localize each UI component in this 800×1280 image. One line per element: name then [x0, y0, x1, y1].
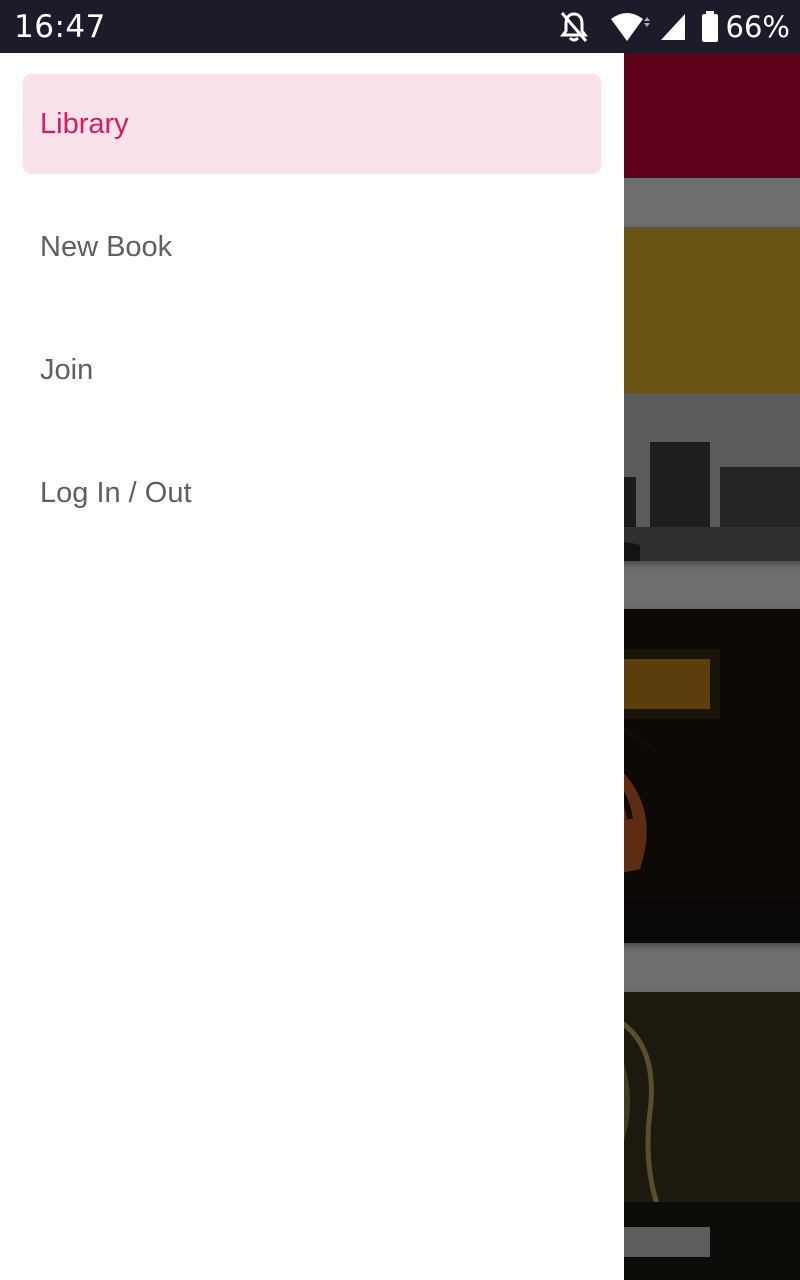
- signal-icon: [659, 12, 687, 42]
- status-time: 16:47: [14, 9, 106, 45]
- nav-item-join[interactable]: Join: [23, 320, 601, 420]
- status-bar: 16:47 66%: [0, 0, 800, 53]
- nav-item-label: Join: [40, 353, 94, 386]
- nav-item-log-in-out[interactable]: Log In / Out: [23, 443, 601, 543]
- notifications-off-icon: [559, 11, 589, 43]
- status-icons: 66%: [559, 9, 790, 45]
- navigation-drawer: Library New Book Join Log In / Out: [0, 53, 624, 1280]
- nav-item-library[interactable]: Library: [23, 74, 601, 174]
- battery-percent: 66%: [725, 10, 790, 44]
- nav-item-label: New Book: [40, 230, 173, 263]
- nav-item-label: Library: [40, 107, 129, 140]
- nav-item-label: Log In / Out: [40, 476, 192, 509]
- battery-icon: [701, 11, 719, 43]
- wifi-icon: [609, 11, 653, 43]
- nav-item-new-book[interactable]: New Book: [23, 197, 601, 297]
- screen: 16:47 66% Library New Book Join Log In /…: [0, 0, 800, 1280]
